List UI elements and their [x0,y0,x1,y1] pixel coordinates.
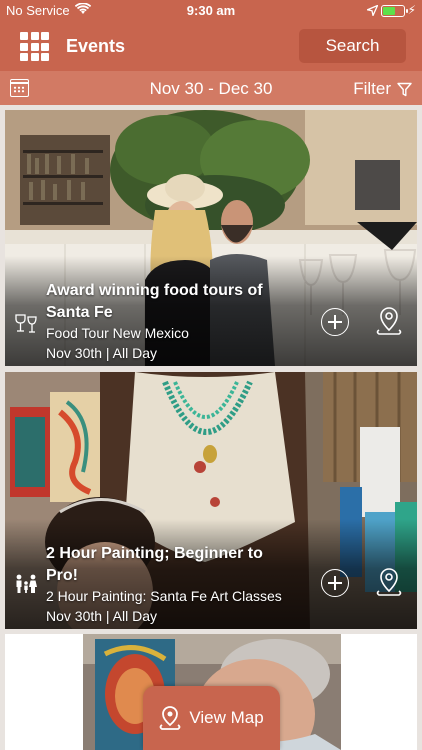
event-title[interactable]: 2 Hour Painting; Beginner to Pro! [46,543,296,587]
event-subtitle: Food Tour New Mexico [46,325,189,341]
event-title[interactable]: Award winning food tours of Santa Fe [46,280,296,324]
charging-icon: ⚡ [407,3,416,17]
map-pin-icon[interactable] [375,306,403,336]
status-bar: No Service 9:30 am ⚡ [0,0,422,22]
clock: 9:30 am [186,3,236,18]
event-date: Nov 30th | All Day [46,608,158,624]
food-drink-icon [14,312,38,336]
battery-icon [381,5,408,17]
funnel-icon [397,82,412,96]
date-bar: Nov 30 - Dec 30 Filter [0,71,422,105]
event-card[interactable]: Award winning food tours of Santa Fe Foo… [5,110,417,366]
view-map-button[interactable]: View Map [143,686,280,750]
page-title: Events [66,36,126,56]
event-date: Nov 30th | All Day [46,345,158,361]
map-pin-icon[interactable] [375,567,403,597]
location-arrow-icon [365,4,379,19]
add-event-button[interactable] [321,569,349,597]
family-icon [14,572,38,596]
nav-bar: Events Search [0,22,422,71]
filter-label: Filter [353,79,391,98]
filter-button[interactable]: Filter [353,79,412,99]
grid-menu-icon[interactable] [20,32,49,61]
add-event-button[interactable] [321,308,349,336]
event-card[interactable]: 2 Hour Painting; Beginner to Pro! 2 Hour… [5,372,417,629]
search-button[interactable]: Search [299,29,406,63]
event-subtitle: 2 Hour Painting: Santa Fe Art Classes [46,588,282,604]
view-map-label: View Map [189,708,264,727]
map-pin-icon [159,706,181,730]
